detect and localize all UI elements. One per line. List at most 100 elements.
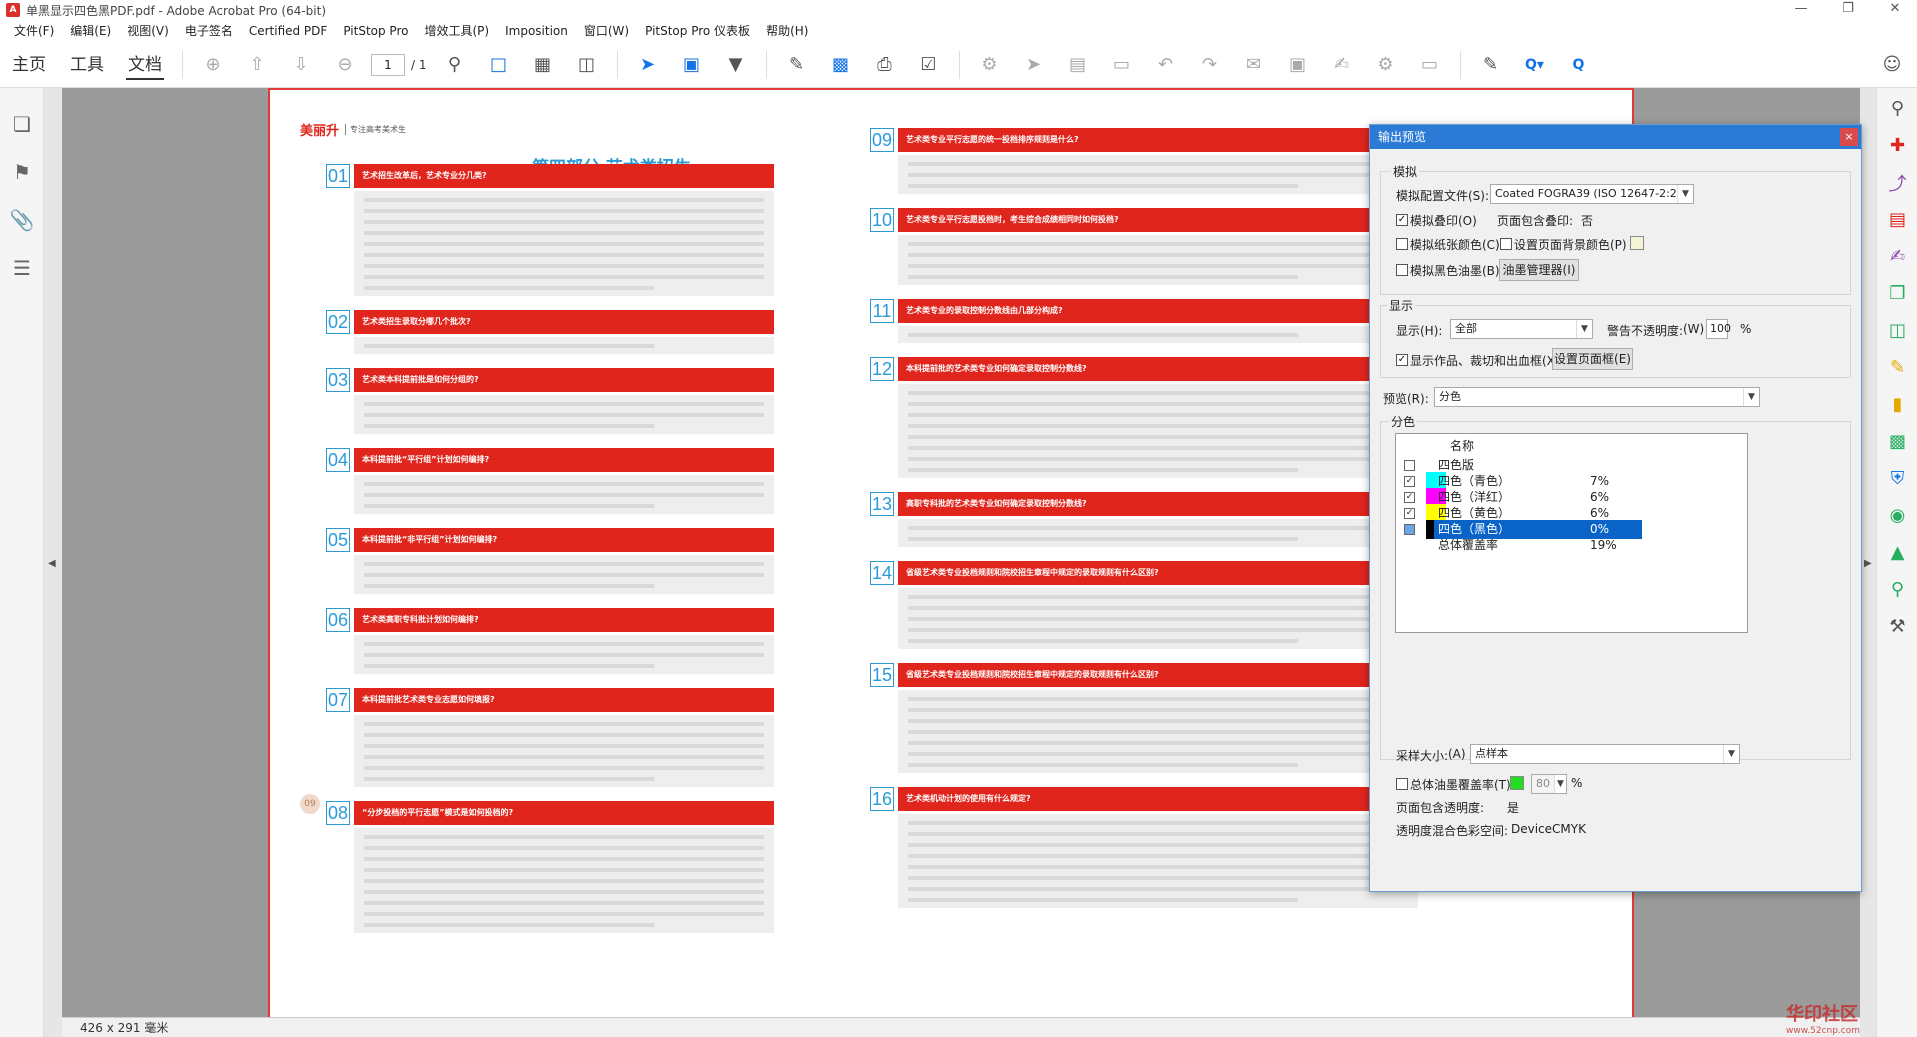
redact-eye-icon[interactable]: ◉ xyxy=(1877,497,1917,534)
scan-icon[interactable]: ▩ xyxy=(1877,423,1917,460)
layers-icon[interactable]: ☰ xyxy=(0,244,44,292)
page-number-input[interactable]: 1 xyxy=(371,53,405,76)
menu-esign[interactable]: 电子签名 xyxy=(177,20,241,42)
menu-edit[interactable]: 编辑(E) xyxy=(62,20,119,42)
coverage-color-swatch[interactable] xyxy=(1510,776,1524,790)
wrench-icon[interactable]: ⚒ xyxy=(1877,608,1917,645)
transform-icon[interactable]: ▣ xyxy=(1283,50,1313,80)
page-bg-color-swatch[interactable] xyxy=(1630,236,1644,250)
comment-icon[interactable]: ▮ xyxy=(1877,386,1917,423)
dialog-close-button[interactable]: × xyxy=(1840,128,1858,146)
undo-icon[interactable]: ↶ xyxy=(1151,50,1181,80)
pages-icon[interactable]: ❏ xyxy=(0,100,44,148)
sign-icon[interactable]: ✎ xyxy=(1476,50,1506,80)
simulate-black-checkbox[interactable] xyxy=(1396,264,1408,276)
coverage-value-select[interactable]: 80 ▼ xyxy=(1531,774,1567,794)
tab-document[interactable]: 文档 xyxy=(116,42,174,88)
simulate-paper-checkbox[interactable] xyxy=(1396,238,1408,250)
menu-imposition[interactable]: Imposition xyxy=(497,20,576,42)
menu-view[interactable]: 视图(V) xyxy=(119,20,177,42)
show-boxes-label: 显示作品、裁切和出血框(X) xyxy=(1410,354,1560,368)
prev-page-icon[interactable]: ⇧ xyxy=(242,50,272,80)
tab-home[interactable]: 主页 xyxy=(0,42,58,88)
document-settings-icon[interactable]: ⚙ xyxy=(1371,50,1401,80)
organize-pages-icon[interactable]: ▤ xyxy=(1877,201,1917,238)
separation-checkbox[interactable] xyxy=(1404,524,1415,535)
warn-opacity-input[interactable]: 100 xyxy=(1706,319,1731,339)
fill-sign-icon[interactable]: ✍ xyxy=(1877,238,1917,275)
preflight-icon[interactable]: ▼ xyxy=(721,50,751,80)
table-icon[interactable]: ▤ xyxy=(1063,50,1093,80)
redo-icon[interactable]: ↷ xyxy=(1195,50,1225,80)
crop-icon[interactable]: ▭ xyxy=(1107,50,1137,80)
profile-select[interactable]: Coated FOGRA39 (ISO 12647-2:2004) ▼ xyxy=(1490,184,1694,204)
set-page-box-button[interactable]: 设置页面框(E) xyxy=(1552,348,1633,370)
show-select[interactable]: 全部 ▼ xyxy=(1450,319,1593,339)
separations-list[interactable]: 名称 四色版 ✓ 四色（青色） 7% ✓ 四色（洋红） 6% ✓ 四色（黄色） 6% 四色（黑色） 0… xyxy=(1395,433,1748,633)
zoom-marquee-icon[interactable]: ⚲ xyxy=(440,50,470,80)
checklist-icon[interactable]: ☑ xyxy=(914,50,944,80)
collapse-left-handle[interactable]: ◀ xyxy=(44,88,62,1037)
bookmark-icon[interactable]: ⚑ xyxy=(0,148,44,196)
send-review-icon[interactable]: ❐ xyxy=(1877,275,1917,312)
last-page-icon[interactable]: ⊖ xyxy=(330,50,360,80)
menu-window[interactable]: 窗口(W) xyxy=(576,20,637,42)
thumbnails-icon[interactable]: ▦ xyxy=(528,50,558,80)
close-window-button[interactable]: ✕ xyxy=(1877,0,1913,20)
quite-imposing-alt-icon[interactable]: Q xyxy=(1564,50,1594,80)
page-bg-checkbox[interactable] xyxy=(1500,238,1512,250)
simulate-overprint-checkbox[interactable]: ✓ xyxy=(1396,214,1408,226)
transparency-value: 是 xyxy=(1507,801,1520,815)
sample-size-select[interactable]: 点样本 ▼ xyxy=(1470,744,1740,764)
fix-icon[interactable]: ✎ xyxy=(782,50,812,80)
minimize-button[interactable]: — xyxy=(1783,0,1819,20)
separation-checkbox[interactable]: ✓ xyxy=(1404,476,1415,487)
output-preview-icon[interactable]: ▩ xyxy=(826,50,856,80)
total-coverage-checkbox[interactable] xyxy=(1396,778,1408,790)
protect-icon[interactable]: ⛨ xyxy=(1877,460,1917,497)
account-icon[interactable]: ☺ xyxy=(1877,50,1907,80)
first-page-icon[interactable]: ⊕ xyxy=(198,50,228,80)
menu-file[interactable]: 文件(F) xyxy=(6,20,62,42)
create-pdf-icon[interactable]: ✚ xyxy=(1877,127,1917,164)
separation-row[interactable]: 总体覆盖率 19% xyxy=(1396,536,1656,555)
mail-icon[interactable]: ✉ xyxy=(1239,50,1269,80)
pointer-icon[interactable]: ➤ xyxy=(1019,50,1049,80)
separation-checkbox[interactable]: ✓ xyxy=(1404,508,1415,519)
menu-pitstop-dashboard[interactable]: PitStop Pro 仪表板 xyxy=(637,20,758,42)
edit-pdf-icon[interactable]: ✎ xyxy=(1877,349,1917,386)
show-boxes-checkbox[interactable]: ✓ xyxy=(1396,354,1408,366)
question-number: 09 xyxy=(870,128,894,152)
dialog-title-bar[interactable]: 输出预览 × xyxy=(1370,125,1861,149)
question-answer-text xyxy=(354,191,774,296)
menu-help[interactable]: 帮助(H) xyxy=(758,20,816,42)
compare-icon[interactable]: ◫ xyxy=(1877,312,1917,349)
zoom-icon[interactable]: ⚲ xyxy=(1877,571,1917,608)
page-icon[interactable]: □ xyxy=(484,50,514,80)
separation-checkbox[interactable]: ✓ xyxy=(1404,492,1415,503)
preview-select[interactable]: 分色 ▼ xyxy=(1434,387,1760,407)
settings-icon[interactable]: ⚙ xyxy=(975,50,1005,80)
edit-object-icon[interactable]: ▣ xyxy=(677,50,707,80)
select-cursor-icon[interactable]: ➤ xyxy=(633,50,663,80)
menu-pitstop[interactable]: PitStop Pro xyxy=(335,20,416,42)
menu-certified-pdf[interactable]: Certified PDF xyxy=(241,20,336,42)
print-production-side-icon[interactable]: ▲ xyxy=(1877,534,1917,571)
pen-tool-icon[interactable]: ✍ xyxy=(1327,50,1357,80)
export-pdf-icon[interactable]: ⤴ xyxy=(1877,164,1917,201)
question-number: 08 xyxy=(326,801,350,825)
print-production-icon[interactable]: ⎙ xyxy=(870,50,900,80)
next-page-icon[interactable]: ⇩ xyxy=(286,50,316,80)
two-page-icon[interactable]: ◫ xyxy=(572,50,602,80)
search-icon[interactable]: ⚲ xyxy=(1877,90,1917,127)
quite-imposing-icon[interactable]: Q▾ xyxy=(1520,50,1550,80)
ink-manager-button[interactable]: 油墨管理器(I) xyxy=(1499,259,1579,281)
frame-icon[interactable]: ▭ xyxy=(1415,50,1445,80)
separation-checkbox[interactable] xyxy=(1404,460,1415,471)
attachment-icon[interactable]: 📎 xyxy=(0,196,44,244)
preview-select-value: 分色 xyxy=(1439,390,1461,403)
restore-button[interactable]: ❐ xyxy=(1830,0,1866,20)
menu-plugins[interactable]: 增效工具(P) xyxy=(416,20,497,42)
collapse-right-handle[interactable]: ▶ xyxy=(1860,88,1876,1037)
tab-tools[interactable]: 工具 xyxy=(58,42,116,88)
